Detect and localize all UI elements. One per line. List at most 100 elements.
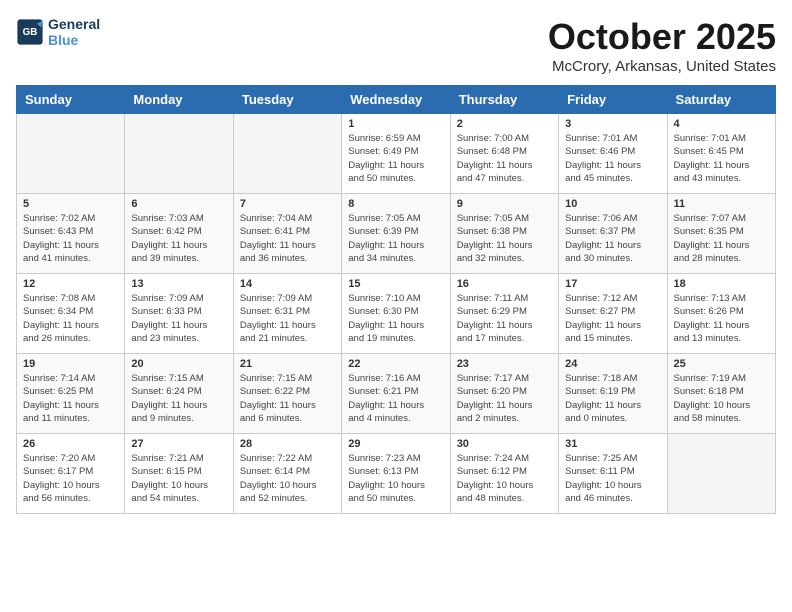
day-number: 9	[457, 198, 552, 210]
day-number: 8	[348, 198, 443, 210]
day-cell: 18 Sunrise: 7:13 AM Sunset: 6:26 PM Dayli…	[667, 274, 775, 354]
day-detail: Sunrise: 6:59 AM Sunset: 6:49 PM Dayligh…	[348, 132, 443, 185]
col-header-monday: Monday	[125, 86, 233, 114]
day-cell	[17, 114, 125, 194]
week-row-1: 1 Sunrise: 6:59 AM Sunset: 6:49 PM Daylig…	[17, 114, 776, 194]
svg-text:GB: GB	[23, 27, 38, 38]
day-cell: 20Sunrise: 7:15 AM Sunset: 6:24 PM Dayli…	[125, 354, 233, 434]
day-number: 11	[674, 198, 769, 210]
day-detail: Sunrise: 7:09 AM Sunset: 6:31 PM Dayligh…	[240, 292, 335, 345]
day-detail: Sunrise: 7:05 AM Sunset: 6:39 PM Dayligh…	[348, 212, 443, 265]
day-number: 17	[565, 278, 660, 290]
day-number: 29	[348, 438, 443, 450]
day-cell: 28Sunrise: 7:22 AM Sunset: 6:14 PM Dayli…	[233, 434, 341, 514]
day-number: 14	[240, 278, 335, 290]
day-number: 22	[348, 358, 443, 370]
day-cell: 31Sunrise: 7:25 AM Sunset: 6:11 PM Dayli…	[559, 434, 667, 514]
week-row-5: 26 Sunrise: 7:20 AM Sunset: 6:17 PM Dayli…	[17, 434, 776, 514]
week-row-2: 5 Sunrise: 7:02 AM Sunset: 6:43 PM Daylig…	[17, 194, 776, 274]
day-detail: Sunrise: 7:05 AM Sunset: 6:38 PM Dayligh…	[457, 212, 552, 265]
col-header-tuesday: Tuesday	[233, 86, 341, 114]
day-detail: Sunrise: 7:07 AM Sunset: 6:35 PM Dayligh…	[674, 212, 769, 265]
col-header-saturday: Saturday	[667, 86, 775, 114]
day-number: 1	[348, 118, 443, 130]
day-number: 5	[23, 198, 118, 210]
day-detail: Sunrise: 7:14 AM Sunset: 6:25 PM Dayligh…	[23, 372, 118, 425]
day-detail: Sunrise: 7:23 AM Sunset: 6:13 PM Dayligh…	[348, 452, 443, 505]
day-cell: 25 Sunrise: 7:19 AM Sunset: 6:18 PM Dayli…	[667, 354, 775, 434]
day-cell: 6 Sunrise: 7:03 AM Sunset: 6:42 PM Daylig…	[125, 194, 233, 274]
day-detail: Sunrise: 7:15 AM Sunset: 6:24 PM Dayligh…	[131, 372, 226, 425]
day-cell: 24 Sunrise: 7:18 AM Sunset: 6:19 PM Dayli…	[559, 354, 667, 434]
title-section: October 2025 McCrory, Arkansas, United S…	[548, 16, 776, 75]
logo-line1: General	[48, 16, 100, 32]
day-cell: 23Sunrise: 7:17 AM Sunset: 6:20 PM Dayli…	[450, 354, 558, 434]
week-row-3: 12Sunrise: 7:08 AM Sunset: 6:34 PM Dayli…	[17, 274, 776, 354]
day-number: 28	[240, 438, 335, 450]
day-detail: Sunrise: 7:18 AM Sunset: 6:19 PM Dayligh…	[565, 372, 660, 425]
day-detail: Sunrise: 7:19 AM Sunset: 6:18 PM Dayligh…	[674, 372, 769, 425]
day-detail: Sunrise: 7:06 AM Sunset: 6:37 PM Dayligh…	[565, 212, 660, 265]
day-number: 12	[23, 278, 118, 290]
logo-icon: GB	[16, 18, 44, 46]
day-detail: Sunrise: 7:04 AM Sunset: 6:41 PM Dayligh…	[240, 212, 335, 265]
day-cell: 16 Sunrise: 7:11 AM Sunset: 6:29 PM Dayli…	[450, 274, 558, 354]
day-number: 18	[674, 278, 769, 290]
col-header-friday: Friday	[559, 86, 667, 114]
calendar-table: SundayMondayTuesdayWednesdayThursdayFrid…	[16, 85, 776, 514]
day-detail: Sunrise: 7:15 AM Sunset: 6:22 PM Dayligh…	[240, 372, 335, 425]
month-title: October 2025	[548, 16, 776, 58]
day-number: 2	[457, 118, 552, 130]
day-detail: Sunrise: 7:16 AM Sunset: 6:21 PM Dayligh…	[348, 372, 443, 425]
day-number: 25	[674, 358, 769, 370]
day-detail: Sunrise: 7:13 AM Sunset: 6:26 PM Dayligh…	[674, 292, 769, 345]
col-header-sunday: Sunday	[17, 86, 125, 114]
week-row-4: 19 Sunrise: 7:14 AM Sunset: 6:25 PM Dayli…	[17, 354, 776, 434]
day-detail: Sunrise: 7:21 AM Sunset: 6:15 PM Dayligh…	[131, 452, 226, 505]
page-header: GB General Blue October 2025 McCrory, Ar…	[16, 16, 776, 75]
day-cell: 2 Sunrise: 7:00 AM Sunset: 6:48 PM Daylig…	[450, 114, 558, 194]
day-number: 19	[23, 358, 118, 370]
day-cell: 29 Sunrise: 7:23 AM Sunset: 6:13 PM Dayli…	[342, 434, 450, 514]
location: McCrory, Arkansas, United States	[548, 58, 776, 75]
day-detail: Sunrise: 7:11 AM Sunset: 6:29 PM Dayligh…	[457, 292, 552, 345]
day-cell: 8 Sunrise: 7:05 AM Sunset: 6:39 PM Daylig…	[342, 194, 450, 274]
day-cell: 11 Sunrise: 7:07 AM Sunset: 6:35 PM Dayli…	[667, 194, 775, 274]
logo-line2: Blue	[48, 32, 100, 48]
day-cell: 19 Sunrise: 7:14 AM Sunset: 6:25 PM Dayli…	[17, 354, 125, 434]
day-cell: 21Sunrise: 7:15 AM Sunset: 6:22 PM Dayli…	[233, 354, 341, 434]
day-detail: Sunrise: 7:01 AM Sunset: 6:45 PM Dayligh…	[674, 132, 769, 185]
day-cell: 7 Sunrise: 7:04 AM Sunset: 6:41 PM Daylig…	[233, 194, 341, 274]
day-number: 6	[131, 198, 226, 210]
day-number: 16	[457, 278, 552, 290]
day-detail: Sunrise: 7:03 AM Sunset: 6:42 PM Dayligh…	[131, 212, 226, 265]
day-cell: 30Sunrise: 7:24 AM Sunset: 6:12 PM Dayli…	[450, 434, 558, 514]
day-cell: 13 Sunrise: 7:09 AM Sunset: 6:33 PM Dayli…	[125, 274, 233, 354]
day-detail: Sunrise: 7:00 AM Sunset: 6:48 PM Dayligh…	[457, 132, 552, 185]
day-number: 26	[23, 438, 118, 450]
day-detail: Sunrise: 7:10 AM Sunset: 6:30 PM Dayligh…	[348, 292, 443, 345]
day-cell: 22 Sunrise: 7:16 AM Sunset: 6:21 PM Dayli…	[342, 354, 450, 434]
day-number: 27	[131, 438, 226, 450]
day-number: 13	[131, 278, 226, 290]
day-cell: 27 Sunrise: 7:21 AM Sunset: 6:15 PM Dayli…	[125, 434, 233, 514]
day-detail: Sunrise: 7:09 AM Sunset: 6:33 PM Dayligh…	[131, 292, 226, 345]
day-number: 10	[565, 198, 660, 210]
day-number: 7	[240, 198, 335, 210]
day-detail: Sunrise: 7:01 AM Sunset: 6:46 PM Dayligh…	[565, 132, 660, 185]
day-number: 30	[457, 438, 552, 450]
day-cell: 5 Sunrise: 7:02 AM Sunset: 6:43 PM Daylig…	[17, 194, 125, 274]
day-detail: Sunrise: 7:12 AM Sunset: 6:27 PM Dayligh…	[565, 292, 660, 345]
day-cell: 17 Sunrise: 7:12 AM Sunset: 6:27 PM Dayli…	[559, 274, 667, 354]
day-number: 31	[565, 438, 660, 450]
day-cell: 12Sunrise: 7:08 AM Sunset: 6:34 PM Dayli…	[17, 274, 125, 354]
day-cell: 9 Sunrise: 7:05 AM Sunset: 6:38 PM Daylig…	[450, 194, 558, 274]
logo: GB General Blue	[16, 16, 100, 48]
day-number: 24	[565, 358, 660, 370]
day-detail: Sunrise: 7:02 AM Sunset: 6:43 PM Dayligh…	[23, 212, 118, 265]
day-cell: 1 Sunrise: 6:59 AM Sunset: 6:49 PM Daylig…	[342, 114, 450, 194]
day-cell: 10 Sunrise: 7:06 AM Sunset: 6:37 PM Dayli…	[559, 194, 667, 274]
day-cell	[125, 114, 233, 194]
day-detail: Sunrise: 7:20 AM Sunset: 6:17 PM Dayligh…	[23, 452, 118, 505]
col-header-wednesday: Wednesday	[342, 86, 450, 114]
